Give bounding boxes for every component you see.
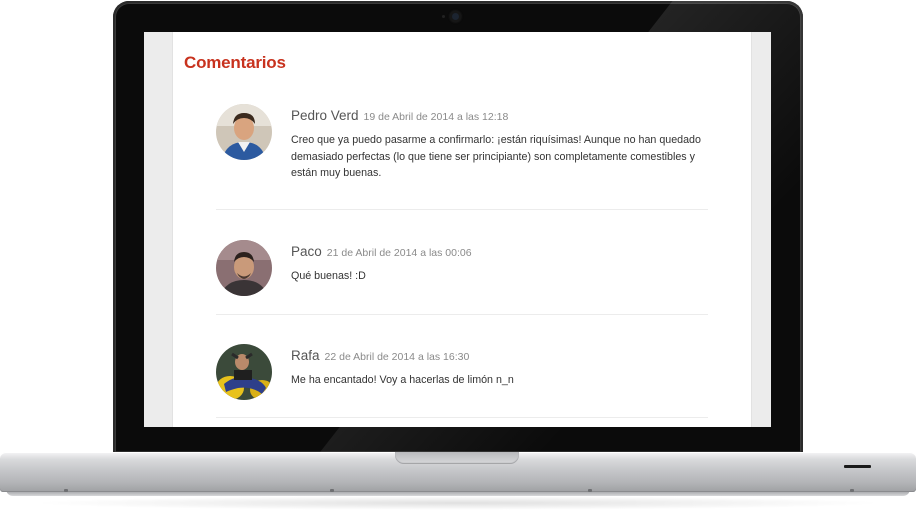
comment-meta: Rafa 22 de Abril de 2014 a las 16:30 bbox=[291, 347, 469, 365]
comment-date[interactable]: 19 de Abril de 2014 a las 12:18 bbox=[364, 111, 509, 123]
lid-opening-notch bbox=[395, 452, 519, 464]
comment-date[interactable]: 22 de Abril de 2014 a las 16:30 bbox=[325, 351, 470, 363]
comment-divider bbox=[216, 209, 708, 210]
comment-item: Paco 21 de Abril de 2014 a las 00:06 Qué … bbox=[216, 240, 708, 316]
avatar-paco[interactable] bbox=[216, 240, 272, 296]
comment-date[interactable]: 21 de Abril de 2014 a las 00:06 bbox=[327, 247, 472, 259]
avatar-rafa[interactable] bbox=[216, 344, 272, 400]
comment-item: Rafa 22 de Abril de 2014 a las 16:30 Me h… bbox=[216, 344, 708, 422]
ambient-sensor bbox=[442, 15, 445, 18]
laptop-foot bbox=[588, 489, 592, 492]
laptop-foot bbox=[850, 489, 854, 492]
comments-panel: Comentarios Pedro Verd 19 de Abril de 201… bbox=[172, 32, 752, 427]
sleep-indicator bbox=[844, 465, 871, 468]
comment-meta: Paco 21 de Abril de 2014 a las 00:06 bbox=[291, 243, 472, 261]
section-title: Comentarios bbox=[184, 53, 286, 72]
comment-text: Qué buenas! :D bbox=[291, 270, 366, 282]
comment-divider bbox=[216, 417, 708, 418]
comment-author[interactable]: Rafa bbox=[291, 348, 320, 363]
laptop-foot bbox=[64, 489, 68, 492]
laptop-lid: Comentarios Pedro Verd 19 de Abril de 201… bbox=[113, 1, 803, 453]
laptop-foot bbox=[330, 489, 334, 492]
avatar-pedro[interactable] bbox=[216, 104, 272, 160]
comment-text: Me ha encantado! Voy a hacerlas de limón… bbox=[291, 374, 514, 386]
screen: Comentarios Pedro Verd 19 de Abril de 201… bbox=[144, 32, 771, 427]
comment-author[interactable]: Paco bbox=[291, 244, 322, 259]
laptop-shadow bbox=[30, 496, 886, 510]
comment-divider bbox=[216, 314, 708, 315]
comment-author[interactable]: Pedro Verd bbox=[291, 108, 359, 123]
comment-text: Creo que ya puedo pasarme a confirmarlo:… bbox=[291, 134, 701, 180]
comment-item: Pedro Verd 19 de Abril de 2014 a las 12:1… bbox=[216, 104, 708, 210]
webcam-icon bbox=[452, 13, 459, 20]
comment-meta: Pedro Verd 19 de Abril de 2014 a las 12:1… bbox=[291, 107, 508, 125]
